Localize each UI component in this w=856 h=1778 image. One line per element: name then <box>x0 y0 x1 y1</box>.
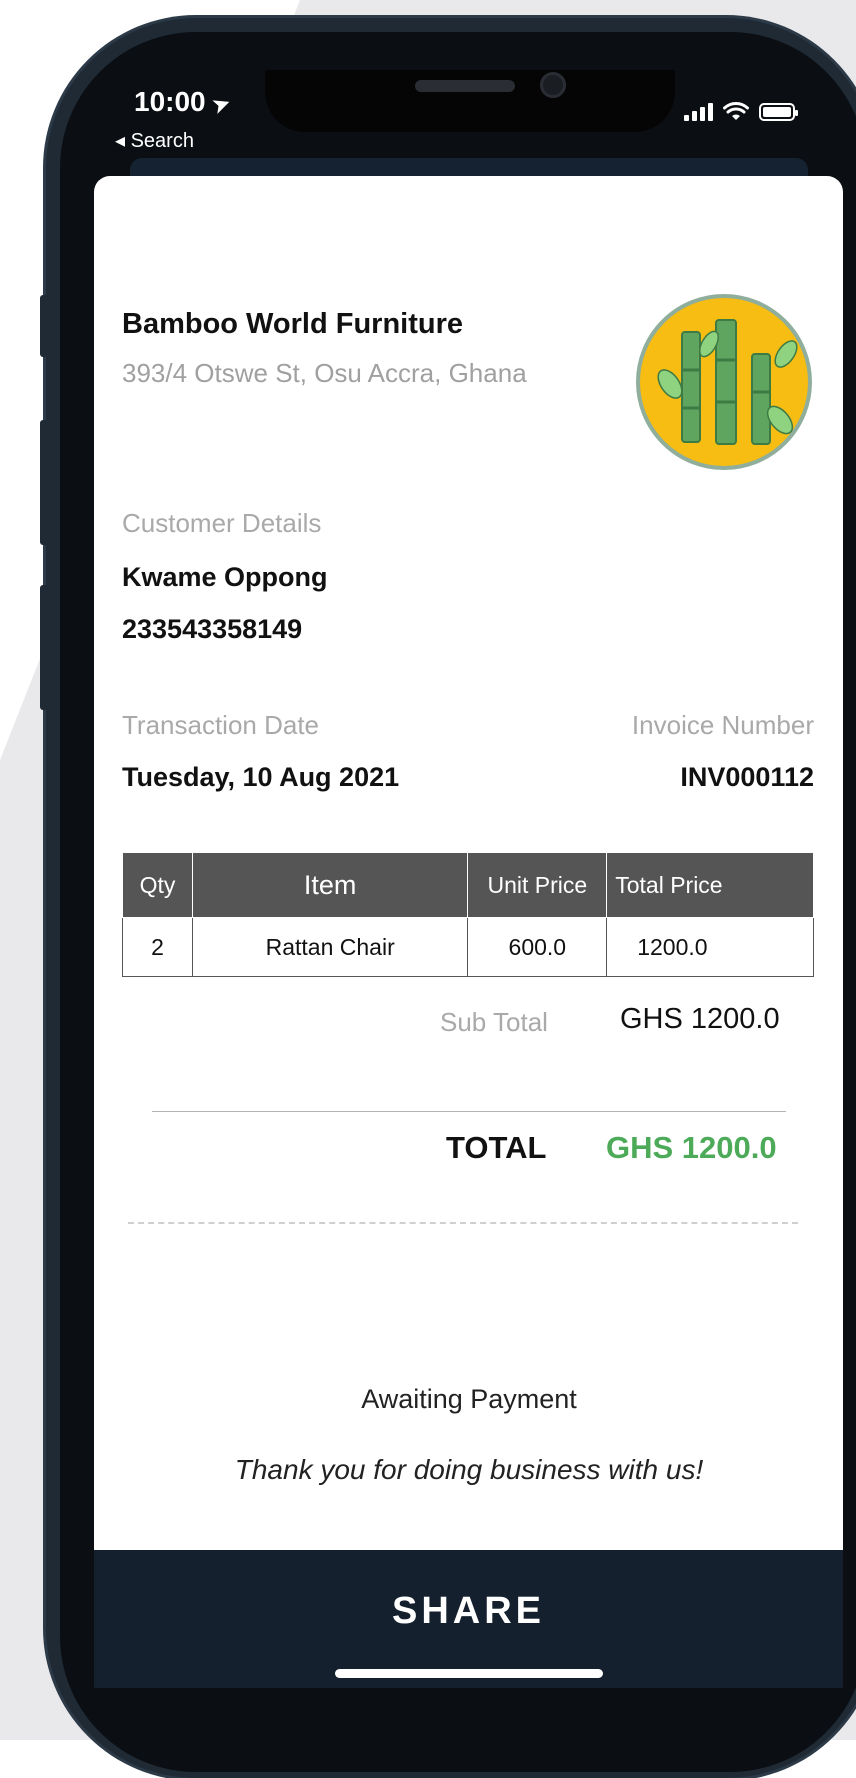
subtotal-label: Sub Total <box>440 1007 548 1037</box>
back-to-search-link[interactable]: ◂ Search <box>115 128 194 153</box>
status-time: 10:00 ➤ <box>134 86 234 118</box>
invoice-number-label: Invoice Number <box>631 710 814 740</box>
table-header-row: Qty Item Unit Price Total Price <box>122 852 814 918</box>
table-row: 2 Rattan Chair 600.0 1200.0 <box>122 917 814 977</box>
speaker-grille <box>415 80 515 92</box>
header-item: Item <box>191 852 469 918</box>
cell-unit-price: 600.0 <box>467 917 608 977</box>
items-table: Qty Item Unit Price Total Price 2 Rattan… <box>122 852 814 977</box>
invoice-number-value: INV000112 <box>680 762 814 792</box>
silent-switch <box>40 295 48 357</box>
status-time-text: 10:00 <box>134 86 206 117</box>
volume-down-button <box>40 585 48 710</box>
wifi-icon <box>723 102 749 120</box>
home-indicator[interactable] <box>335 1669 603 1678</box>
cell-qty: 2 <box>122 917 193 977</box>
dashed-separator <box>128 1222 798 1224</box>
transaction-date-label: Transaction Date <box>122 710 320 740</box>
share-button[interactable]: SHARE <box>94 1590 843 1633</box>
cell-total-price: 1200.0 <box>606 917 814 977</box>
header-qty: Qty <box>122 852 193 918</box>
business-address: 393/4 Otswe St, Osu Accra, Ghana <box>122 358 527 388</box>
thank-you-message: Thank you for doing business with us! <box>234 1454 704 1485</box>
customer-name: Kwame Oppong <box>122 562 328 592</box>
customer-phone: 233543358149 <box>122 614 303 644</box>
total-label: TOTAL <box>446 1130 547 1165</box>
signal-icon <box>684 103 713 121</box>
bamboo-logo-icon <box>636 294 812 470</box>
customer-details-label: Customer Details <box>122 508 322 538</box>
header-unit-price: Unit Price <box>467 852 608 918</box>
share-bar: SHARE <box>94 1550 843 1688</box>
cell-item: Rattan Chair <box>191 917 469 977</box>
status-icons <box>684 102 798 122</box>
payment-status: Awaiting Payment <box>361 1384 577 1414</box>
volume-up-button <box>40 420 48 545</box>
battery-icon <box>759 103 798 121</box>
transaction-date-value: Tuesday, 10 Aug 2021 <box>122 762 400 792</box>
business-name: Bamboo World Furniture <box>122 308 464 340</box>
header-total-price: Total Price <box>606 852 814 918</box>
totals-divider <box>152 1111 786 1112</box>
total-value: GHS 1200.0 <box>606 1130 777 1165</box>
front-camera <box>540 72 566 98</box>
subtotal-value: GHS 1200.0 <box>620 1003 780 1035</box>
